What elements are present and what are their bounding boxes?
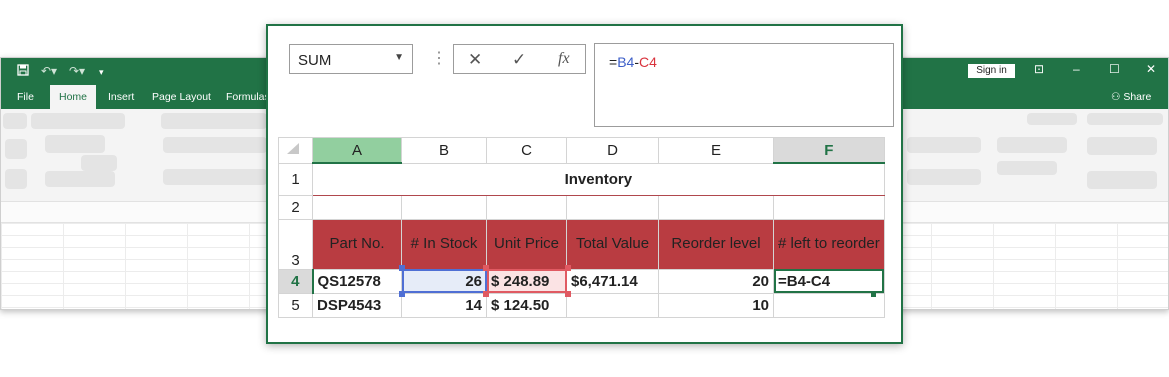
insert-function-icon[interactable]: fx xyxy=(558,50,570,68)
tab-file[interactable]: File xyxy=(17,91,34,103)
minimize-icon[interactable]: – xyxy=(1073,62,1080,76)
sheet-title[interactable]: Inventory xyxy=(312,162,885,196)
ribbon-control xyxy=(5,169,27,189)
column-header-e[interactable]: E xyxy=(658,137,774,164)
chevron-down-icon[interactable]: ▼ xyxy=(394,52,404,63)
cell-left-to-reorder[interactable] xyxy=(773,292,885,318)
ribbon-control xyxy=(81,155,117,171)
ribbon-control xyxy=(1027,113,1077,125)
redo-icon[interactable]: ↷▾ xyxy=(69,64,85,78)
ribbon-control xyxy=(997,161,1057,175)
cancel-icon[interactable]: ✕ xyxy=(468,50,482,70)
person-icon: ⚇ xyxy=(1111,91,1121,103)
maximize-icon[interactable]: ☐ xyxy=(1109,62,1120,76)
cell-reorder-level[interactable]: 10 xyxy=(658,292,774,318)
ribbon-control xyxy=(907,169,981,185)
cell[interactable] xyxy=(566,194,659,220)
ribbon-control xyxy=(1087,137,1157,155)
spreadsheet-grid: A B C D E F 1 Inventory 2 3 Part No. # I… xyxy=(278,137,885,318)
column-header-a[interactable]: A xyxy=(312,137,402,164)
row-header-5[interactable]: 5 xyxy=(278,292,313,318)
cell[interactable] xyxy=(486,194,567,220)
cell-total-value[interactable]: $6,471.14 xyxy=(566,268,659,294)
header-total-value[interactable]: Total Value xyxy=(566,218,659,270)
selection-handle[interactable] xyxy=(399,265,405,271)
ribbon-control xyxy=(1087,171,1157,189)
cell-b4[interactable]: 26 xyxy=(401,268,487,294)
tab-formulas[interactable]: Formulas xyxy=(226,91,270,103)
row-header-1[interactable]: 1 xyxy=(278,162,313,196)
row-header-2[interactable]: 2 xyxy=(278,194,313,220)
cell[interactable] xyxy=(773,194,885,220)
column-header-b[interactable]: B xyxy=(401,137,487,164)
selection-handle[interactable] xyxy=(565,265,571,271)
cell-in-stock[interactable]: 14 xyxy=(401,292,487,318)
ribbon-control xyxy=(163,169,267,185)
save-icon[interactable] xyxy=(17,64,29,79)
tab-insert[interactable]: Insert xyxy=(108,91,134,103)
column-header-d[interactable]: D xyxy=(566,137,659,164)
formula-buttons: ✕ ✓ fx xyxy=(453,44,586,74)
drag-handle-icon[interactable]: ⋮ xyxy=(431,48,447,68)
row-header-4[interactable]: 4 xyxy=(278,268,314,294)
header-in-stock[interactable]: # In Stock xyxy=(401,218,487,270)
select-all-corner[interactable] xyxy=(278,137,313,164)
ribbon-control xyxy=(163,137,267,153)
ribbon-control xyxy=(45,171,115,187)
cell[interactable] xyxy=(312,194,402,220)
check-icon[interactable]: ✓ xyxy=(512,50,526,70)
ribbon-control xyxy=(161,113,267,129)
share-button[interactable]: ⚇ Share xyxy=(1111,91,1151,103)
ribbon-control xyxy=(45,135,105,153)
undo-icon[interactable]: ↶▾ xyxy=(41,64,57,78)
formula-text: =B4-C4 xyxy=(609,54,657,70)
formula-ref-b4: B4 xyxy=(617,54,635,70)
cell-c4[interactable]: $ 248.89 xyxy=(486,268,567,294)
customize-icon[interactable]: ▾ xyxy=(99,67,104,78)
ribbon-control xyxy=(5,139,27,159)
selection-handle[interactable] xyxy=(483,291,489,297)
header-left-to-reorder[interactable]: # left to reorder xyxy=(773,218,885,270)
active-cell-f4[interactable]: =B4-C4 xyxy=(773,268,885,294)
tab-page-layout[interactable]: Page Layout xyxy=(152,91,211,103)
cell[interactable] xyxy=(658,194,774,220)
header-reorder-level[interactable]: Reorder level xyxy=(658,218,774,270)
cell[interactable] xyxy=(401,194,487,220)
ribbon-control xyxy=(907,137,981,153)
cell-total-value[interactable] xyxy=(566,292,659,318)
ribbon-control xyxy=(1087,113,1163,125)
ribbon-control xyxy=(31,113,125,129)
ribbon-control xyxy=(3,113,27,129)
column-header-c[interactable]: C xyxy=(486,137,567,164)
cell-reorder-level[interactable]: 20 xyxy=(658,268,774,294)
cell-part-no[interactable]: DSP4543 xyxy=(312,292,402,318)
selection-handle[interactable] xyxy=(565,291,571,297)
formula-input[interactable]: =B4-C4 xyxy=(594,43,894,127)
header-unit-price[interactable]: Unit Price xyxy=(486,218,567,270)
fill-handle[interactable] xyxy=(871,292,876,297)
column-header-f[interactable]: F xyxy=(773,137,885,164)
sign-in-button[interactable]: Sign in xyxy=(968,64,1015,78)
tab-home[interactable]: Home xyxy=(50,85,97,109)
share-label: Share xyxy=(1123,91,1152,103)
selection-handle[interactable] xyxy=(399,291,405,297)
cell-part-no[interactable]: QS12578 xyxy=(312,268,402,294)
name-box[interactable]: SUM ▼ xyxy=(289,44,413,74)
ribbon-control xyxy=(997,137,1067,153)
cell-unit-price[interactable]: $ 124.50 xyxy=(486,292,567,318)
name-box-value: SUM xyxy=(298,52,332,69)
row-header-3[interactable]: 3 xyxy=(278,218,313,270)
zoomed-sheet-panel: SUM ▼ ⋮ ✕ ✓ fx =B4-C4 A B C D E F 1 Inve… xyxy=(266,24,903,344)
selection-handle[interactable] xyxy=(483,265,489,271)
formula-ref-c4: C4 xyxy=(638,54,657,70)
close-icon[interactable]: ✕ xyxy=(1146,62,1156,76)
header-part-no[interactable]: Part No. xyxy=(312,218,402,270)
ribbon-display-icon[interactable]: ⊡ xyxy=(1034,62,1044,76)
